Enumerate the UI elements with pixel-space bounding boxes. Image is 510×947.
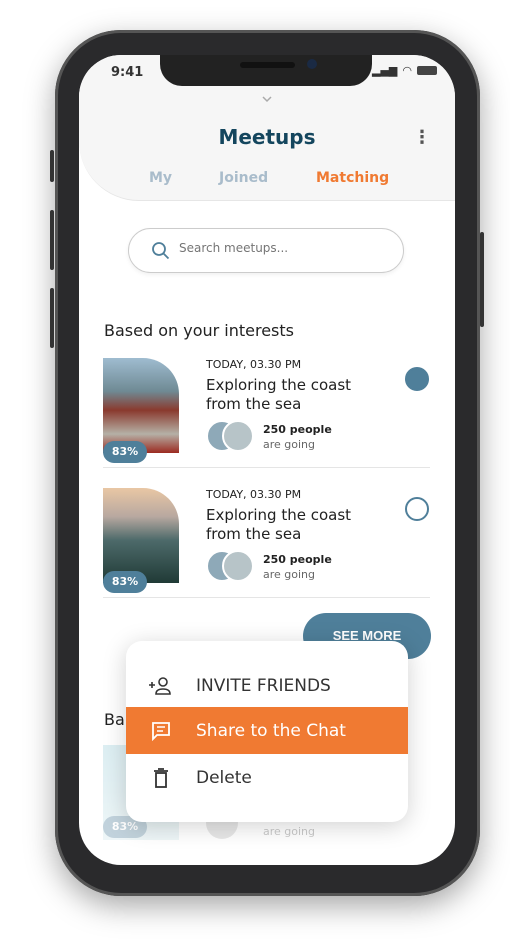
attendee-avatars [206,420,256,452]
context-menu: INVITE FRIENDS Share to the Chat Delete [126,641,408,822]
meetup-name: Exploring the coast from the sea [206,376,352,413]
people-count: 250 people [263,423,332,436]
search-input[interactable] [179,241,379,255]
notch [160,55,372,86]
screen: Meetups ⋮ My Joined Matching 9:41 ▂▄▆ ◠ … [79,55,455,865]
meetup-date: TODAY, 03.30 PM [206,488,302,501]
match-badge: 83% [103,571,147,593]
tab-matching[interactable]: Matching [316,170,389,186]
menu-item-share-to-chat[interactable]: Share to the Chat [126,707,408,754]
chat-icon [126,721,196,741]
menu-item-label: Share to the Chat [196,720,346,741]
menu-item-label: Delete [196,767,252,788]
volume-down-button [50,288,54,348]
menu-item-invite-friends[interactable]: INVITE FRIENDS [126,662,408,709]
more-options-icon[interactable]: ⋮ [413,129,431,147]
meetup-card[interactable]: 83% TODAY, 03.30 PM Exploring the coast … [103,358,430,468]
volume-up-button [50,210,54,270]
match-badge: 83% [103,441,147,463]
people-count: 250 people [263,553,332,566]
going-label: are going [263,825,316,838]
status-time: 9:41 [111,65,144,80]
tab-my[interactable]: My [149,170,172,186]
status-icons: ▂▄▆ ◠ [372,64,437,77]
search-icon [152,242,170,260]
battery-icon [417,66,437,75]
attendee-avatars [206,550,256,582]
trash-icon [126,767,196,788]
signal-icon: ▂▄▆ [372,64,398,77]
tab-joined[interactable]: Joined [219,170,268,186]
select-radio[interactable] [405,497,429,521]
search-bar[interactable] [128,228,404,273]
meetup-image [103,488,179,583]
meetup-date: TODAY, 03.30 PM [206,358,302,371]
going-label: are going [263,568,316,581]
add-person-icon [126,676,196,696]
section-title: Ba [104,710,125,729]
menu-item-delete[interactable]: Delete [126,754,408,801]
power-button [480,232,484,327]
meetup-card[interactable]: 83% TODAY, 03.30 PM Exploring the coast … [103,488,430,598]
select-radio-checked[interactable] [405,367,429,391]
mute-switch [50,150,54,182]
page-title: Meetups [218,125,316,149]
menu-item-label: INVITE FRIENDS [196,675,331,696]
section-title: Based on your interests [104,321,294,340]
going-label: are going [263,438,316,451]
meetup-image [103,358,179,453]
meetup-name: Exploring the coast from the sea [206,506,352,543]
wifi-icon: ◠ [402,64,412,77]
chevron-down-icon[interactable] [247,86,287,106]
